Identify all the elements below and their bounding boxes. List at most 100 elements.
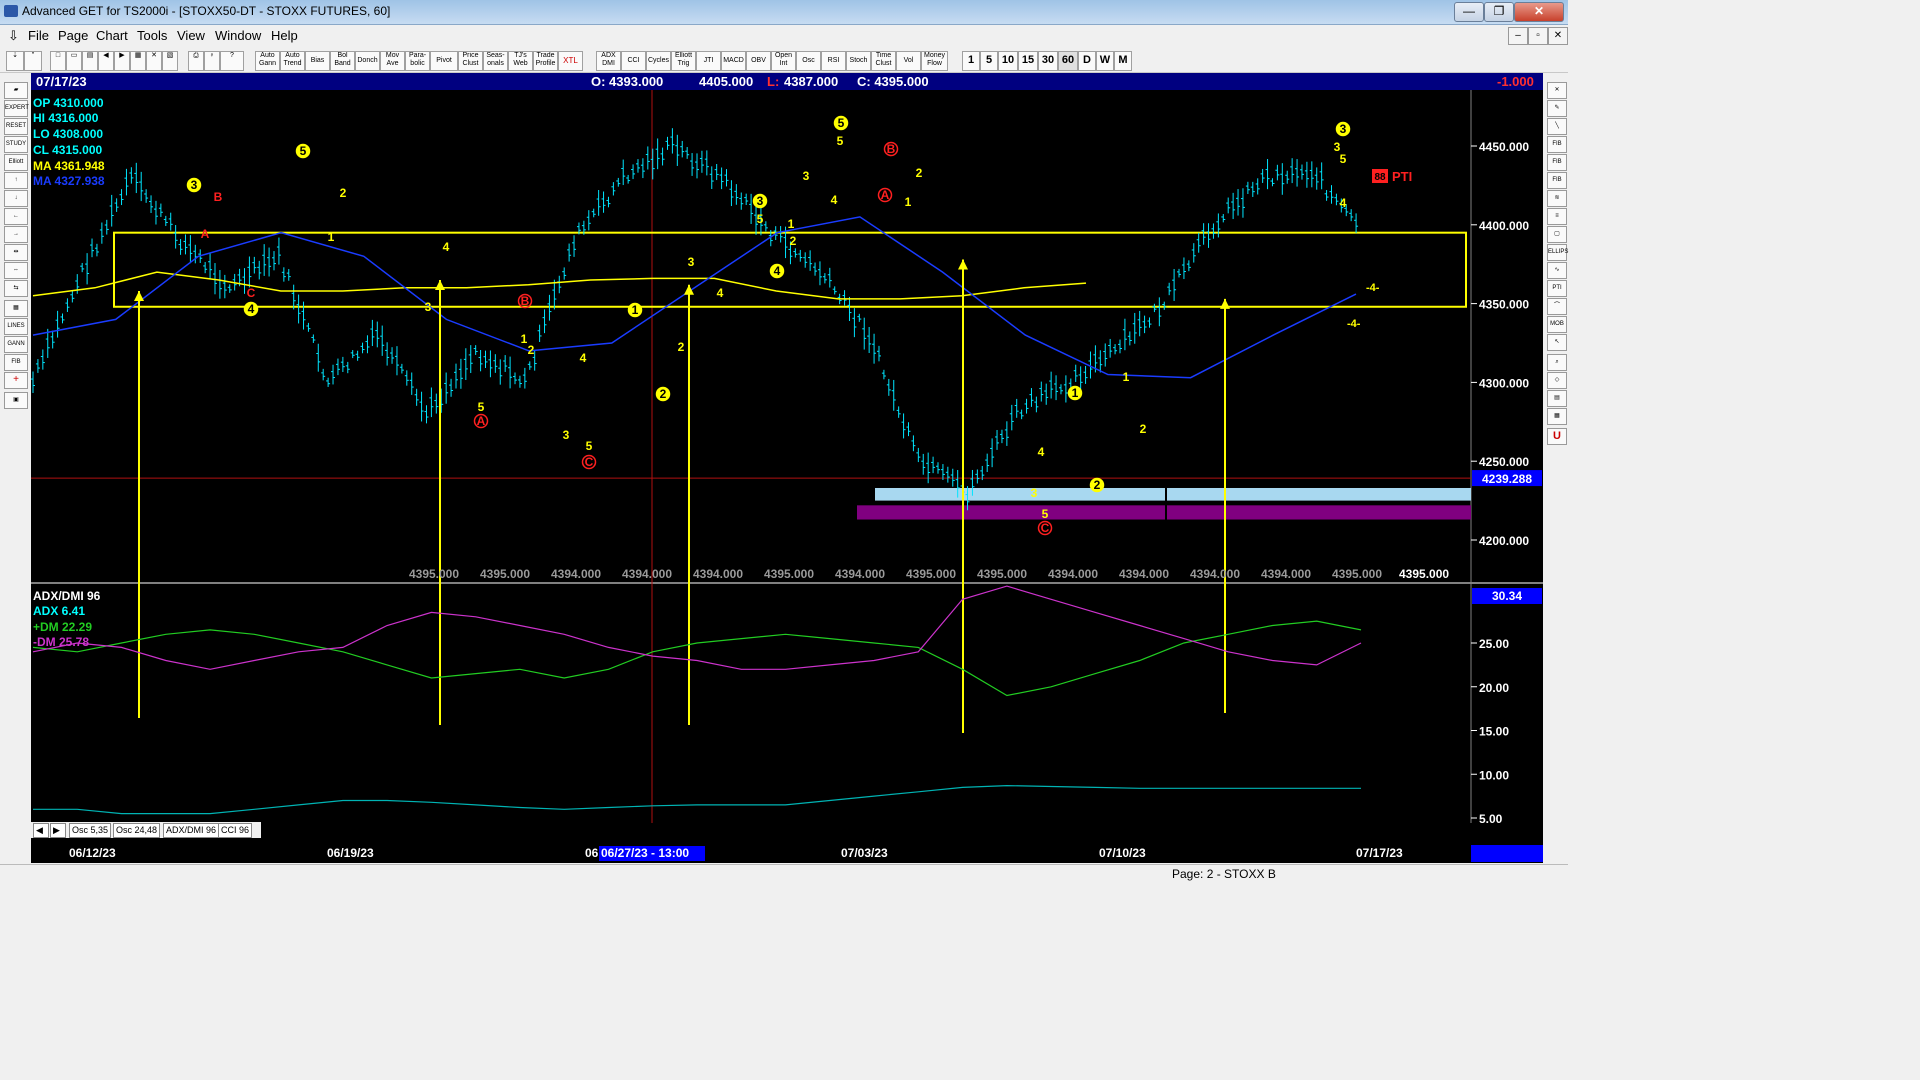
tool-pivot[interactable]: Pivot: [430, 51, 458, 71]
pointer-icon[interactable]: ⇣: [6, 51, 24, 71]
wave-icon[interactable]: ∿: [1547, 262, 1567, 279]
menu-chart[interactable]: Chart: [96, 28, 128, 43]
tab-scroll-left-icon[interactable]: ◀: [33, 823, 49, 838]
close-drawing-icon[interactable]: ✕: [1547, 82, 1567, 99]
period-10[interactable]: 10: [998, 51, 1018, 71]
tool-time-clust[interactable]: Time Clust: [871, 51, 896, 71]
chart-area[interactable]: 3BAC452143B5A12345C12234351243455BA21112…: [31, 73, 1543, 863]
arrow-left-icon[interactable]: ←: [4, 208, 28, 225]
grid-icon[interactable]: ▦: [130, 51, 146, 71]
back-icon[interactable]: ◀: [98, 51, 114, 71]
channel-icon[interactable]: ≡: [1547, 208, 1567, 225]
folder-icon[interactable]: ▰: [4, 82, 28, 99]
menu-window[interactable]: Window: [215, 28, 261, 43]
tool-macd[interactable]: MACD: [721, 51, 746, 71]
tab-adx-dmi-96[interactable]: ADX/DMI 96: [163, 823, 220, 838]
fan-icon[interactable]: ≋: [1547, 190, 1567, 207]
tool-stoch[interactable]: Stoch: [846, 51, 871, 71]
print-icon[interactable]: ⎙: [188, 51, 204, 71]
arrow-down-icon[interactable]: ↓: [4, 190, 28, 207]
save-icon[interactable]: ▤: [82, 51, 98, 71]
tool-auto-gann[interactable]: Auto Gann: [255, 51, 280, 71]
minimize-button[interactable]: —: [1454, 2, 1484, 22]
compress-icon[interactable]: ⇹: [4, 244, 28, 261]
tool-bias[interactable]: Bias: [305, 51, 330, 71]
tool-price-clust[interactable]: Price Clust: [458, 51, 483, 71]
fib-ret-button[interactable]: FIB RET: [1547, 136, 1567, 161]
delete-icon[interactable]: ✕: [146, 51, 162, 71]
quote-icon[interactable]: ": [24, 51, 42, 71]
tab-osc-5-35[interactable]: Osc 5,35: [69, 823, 112, 838]
reset-button[interactable]: RESET: [4, 118, 28, 135]
forward-icon[interactable]: ▶: [114, 51, 130, 71]
tool-vol[interactable]: Vol: [896, 51, 921, 71]
light-icon[interactable]: ♀: [204, 51, 220, 71]
mdi-restore-button[interactable]: ▫: [1528, 27, 1548, 45]
tool-elliott-trig[interactable]: Elliott Trig: [671, 51, 696, 71]
doc-icon[interactable]: ⇩: [8, 28, 19, 44]
lines-button[interactable]: LINES: [4, 318, 28, 335]
close-button[interactable]: ✕: [1514, 2, 1564, 22]
tool-obv[interactable]: OBV: [746, 51, 771, 71]
chart-svg[interactable]: 3BAC452143 B5A12345C1223435 1243455BA21112…: [31, 73, 1543, 863]
period-1[interactable]: 1: [962, 51, 980, 71]
tool-tjs-web[interactable]: TJ's Web: [508, 51, 533, 71]
tool-xtl[interactable]: XTL: [558, 51, 583, 71]
arrow-up-icon[interactable]: ↑: [4, 172, 28, 189]
arc-icon[interactable]: ⌒: [1547, 298, 1567, 315]
mdi-minimize-button[interactable]: –: [1508, 27, 1528, 45]
study-button[interactable]: STUDY: [4, 136, 28, 153]
pencil-icon[interactable]: ✎: [1547, 100, 1567, 117]
menu-page[interactable]: Page: [58, 28, 88, 43]
tab-scroll-right-icon[interactable]: ▶: [50, 823, 66, 838]
line-draw-icon[interactable]: ╲: [1547, 118, 1567, 135]
tool-adx-dmi[interactable]: ADX DMI: [596, 51, 621, 71]
tool-parabolic[interactable]: Para-bolic: [405, 51, 430, 71]
tool-auto-trend[interactable]: Auto Trend: [280, 51, 305, 71]
cursor-icon[interactable]: ↖: [1547, 334, 1567, 351]
arrow-right-icon[interactable]: →: [4, 226, 28, 243]
tab-cci-96[interactable]: CCI 96: [218, 823, 253, 838]
crosshair-icon[interactable]: +: [4, 372, 28, 389]
period-30[interactable]: 30: [1038, 51, 1058, 71]
help-icon[interactable]: ?: [220, 51, 244, 71]
magnet-icon[interactable]: U: [1547, 428, 1567, 445]
fib-time-button[interactable]: FIB TIME: [1547, 172, 1567, 197]
table-icon[interactable]: ▦: [4, 300, 28, 317]
tool-jti[interactable]: JTI: [696, 51, 721, 71]
fib-ext-button[interactable]: FIB EXT: [1547, 154, 1567, 179]
period-d[interactable]: D: [1078, 51, 1096, 71]
tool-trade-profile[interactable]: Trade Profile: [533, 51, 558, 71]
tool-osc[interactable]: Osc: [796, 51, 821, 71]
period-m[interactable]: M: [1114, 51, 1132, 71]
period-60[interactable]: 60: [1058, 51, 1078, 71]
tool-seasonals[interactable]: Seas-onals: [483, 51, 508, 71]
elliott-button[interactable]: Elliott: [4, 154, 28, 171]
mdi-close-button[interactable]: ✕: [1548, 27, 1568, 45]
eraser-icon[interactable]: ◇: [1547, 372, 1567, 389]
zoom-icon[interactable]: ⇆: [4, 280, 28, 297]
tile-icon[interactable]: ▧: [162, 51, 178, 71]
tool-cci[interactable]: CCI: [621, 51, 646, 71]
tool-rsi[interactable]: RSI: [821, 51, 846, 71]
menu-tools[interactable]: Tools: [137, 28, 167, 43]
open-icon[interactable]: ▭: [66, 51, 82, 71]
period-w[interactable]: W: [1096, 51, 1114, 71]
tool-bol-band[interactable]: Bol Band: [330, 51, 355, 71]
menu-file[interactable]: File: [28, 28, 49, 43]
period-15[interactable]: 15: [1018, 51, 1038, 71]
tool-mov-ave[interactable]: Mov Ave: [380, 51, 405, 71]
expand-icon[interactable]: ⇔: [4, 262, 28, 279]
box-icon[interactable]: ▢: [1547, 226, 1567, 243]
ellipse-button[interactable]: ELLIPS: [1547, 244, 1568, 261]
gann-button[interactable]: GANN: [4, 336, 28, 353]
expert-button[interactable]: EXPERT: [4, 100, 29, 117]
tab-osc-24-48[interactable]: Osc 24,48: [113, 823, 161, 838]
fib-button[interactable]: FIB: [4, 354, 28, 371]
pti-button[interactable]: PTI: [1547, 280, 1567, 297]
page-icon[interactable]: ▣: [4, 392, 28, 409]
period-5[interactable]: 5: [980, 51, 998, 71]
maximize-button[interactable]: ❐: [1484, 2, 1514, 22]
menu-view[interactable]: View: [177, 28, 205, 43]
tool-money-flow[interactable]: Money Flow: [921, 51, 948, 71]
